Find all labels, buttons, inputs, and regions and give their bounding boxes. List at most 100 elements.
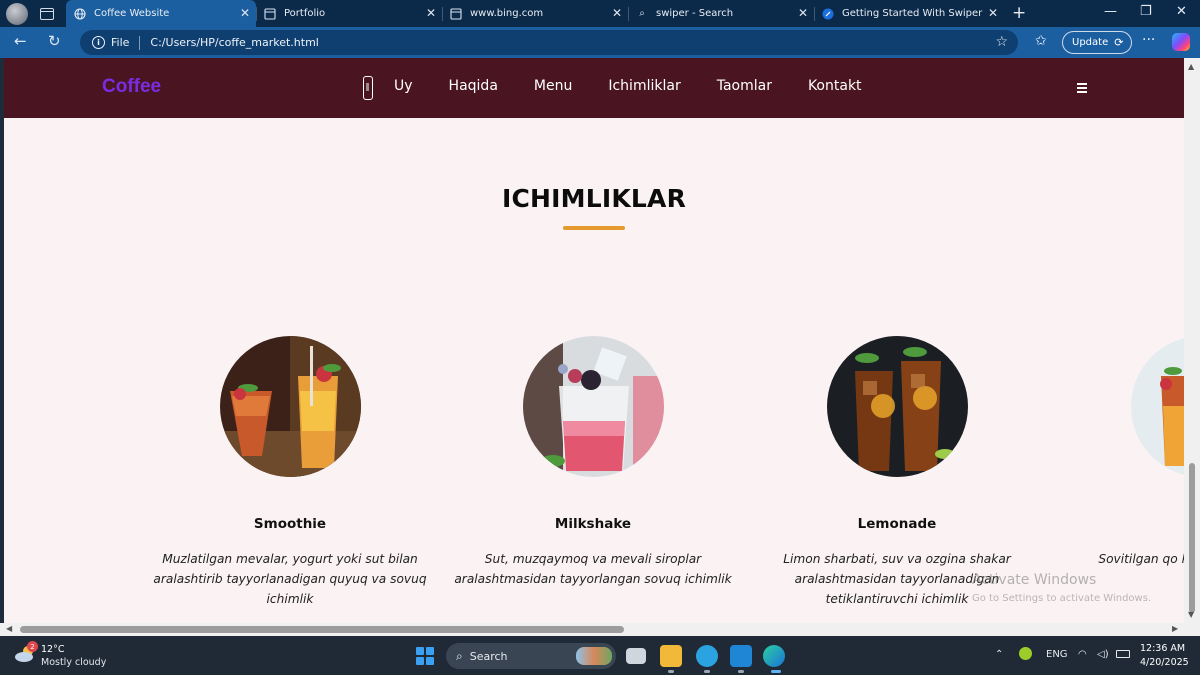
update-button[interactable]: Update ⟳ [1062,31,1132,54]
browser-toolbar: ← ↻ i File C:/Users/HP/coffe_market.html… [0,27,1200,58]
more-menu-icon[interactable]: ··· [1142,32,1155,48]
minimize-icon[interactable]: — [1104,4,1117,19]
copilot-icon[interactable] [1172,33,1190,51]
tab-title: Coffee Website [94,8,170,19]
nav-link-haqida[interactable]: Haqida [449,78,498,94]
taskbar-search-label: Search [469,649,508,663]
weather-description[interactable]: Mostly cloudy [41,657,106,668]
hamburger-menu-icon[interactable] [1077,83,1087,95]
address-scheme: File [111,36,130,49]
section-title: ICHIMLIKLAR [501,184,687,213]
close-window-icon[interactable]: ✕ [1176,4,1187,19]
language-indicator[interactable]: ENG [1046,649,1068,660]
tab-bing[interactable]: www.bing.com ✕ [442,0,628,27]
wifi-icon[interactable]: ◠ [1078,649,1087,660]
tab-actions-icon[interactable] [40,7,54,20]
close-tab-icon[interactable]: ✕ [612,6,622,20]
taskbar-search[interactable]: ⌕ Search [446,643,616,669]
running-indicator [668,670,674,673]
drink-description: Muzlatilgan mevalar, yogurt yoki sut bil… [153,552,427,606]
maximize-icon[interactable]: ❐ [1140,4,1152,19]
clock-date[interactable]: 4/20/2025 [1140,657,1189,668]
tab-title: www.bing.com [470,8,544,19]
tab-title: Portfolio [284,8,326,19]
tab-title: Getting Started With Swiper [842,8,983,19]
site-header: Coffee Uy Haqida Menu Ichimliklar Taomla… [4,58,1184,118]
page-icon [450,7,462,20]
weather-temperature[interactable]: 12°C [41,644,64,655]
lemonade-image [827,336,968,477]
close-tab-icon[interactable]: ✕ [240,6,250,20]
address-bar[interactable]: i File C:/Users/HP/coffe_market.html ☆ [80,30,1018,55]
tab-title: swiper - Search [656,8,734,19]
drink-name: Lemonade [857,516,937,532]
clock-time[interactable]: 12:36 AM [1140,643,1185,654]
file-explorer-icon[interactable] [660,645,682,667]
tab-getting-started-swiper[interactable]: Getting Started With Swiper ✕ [814,0,1004,27]
search-icon: ⌕ [639,8,645,19]
profile-avatar[interactable] [6,2,28,25]
drink-name: Milkshake [554,516,632,532]
scroll-down-icon[interactable]: ▼ [1188,610,1194,619]
volume-icon[interactable]: ◁) [1097,649,1109,660]
horizontal-scrollbar[interactable]: ◀ ▶ [0,623,1200,636]
vertical-scroll-thumb[interactable] [1189,463,1195,613]
activate-windows-hint: Go to Settings to activate Windows. [972,593,1152,604]
scroll-left-icon[interactable]: ◀ [6,624,12,633]
milkshake-image [523,336,664,477]
close-tab-icon[interactable]: ✕ [988,6,998,20]
search-icon: ⌕ [456,648,463,663]
nav-link-ichimliklar[interactable]: Ichimliklar [608,78,680,94]
tab-portfolio[interactable]: Portfolio ✕ [256,0,442,27]
address-path: C:/Users/HP/coffe_market.html [150,36,319,49]
info-icon[interactable]: i [92,36,105,49]
drink-name: Smoothie [253,516,327,532]
drink-description: Sovitilgan qo ko‘pincha li qo‘shim [1098,552,1184,566]
search-toggle-icon[interactable] [363,76,373,100]
show-hidden-icons-icon[interactable]: ⌃ [995,649,1003,660]
close-tab-icon[interactable]: ✕ [426,6,436,20]
tab-swiper-search[interactable]: ⌕ swiper - Search ✕ [628,0,814,27]
new-tab-icon[interactable]: + [1012,3,1026,23]
battery-icon[interactable] [1116,650,1130,658]
running-indicator [704,670,710,673]
scroll-up-icon[interactable]: ▲ [1188,62,1194,71]
refresh-icon[interactable]: ↻ [48,32,61,50]
app-tray-icon[interactable] [1019,647,1032,660]
vertical-scrollbar[interactable]: ▲ ▼ [1184,58,1200,623]
activate-windows-title: Activate Windows [972,572,1097,588]
tab-coffee-website[interactable]: Coffee Website ✕ [66,0,256,27]
close-tab-icon[interactable]: ✕ [798,6,808,20]
scroll-right-icon[interactable]: ▶ [1172,624,1178,633]
drink-description: Sut, muzqaymoq va mevali siroplar aralas… [454,552,732,586]
page-viewport: Coffee Uy Haqida Menu Ichimliklar Taomla… [4,58,1184,623]
windows-start-icon[interactable] [416,647,434,665]
weather-alert-badge: 2 [27,641,38,652]
title-underline [563,226,625,230]
main-nav: Uy Haqida Menu Ichimliklar Taomlar Konta… [394,78,898,94]
telegram-icon[interactable] [696,645,718,667]
update-label: Update [1072,37,1109,48]
horizontal-scroll-thumb[interactable] [20,626,624,633]
vscode-icon[interactable] [730,645,752,667]
nav-link-kontakt[interactable]: Kontakt [808,78,862,94]
favorites-icon[interactable]: ✩ [1035,33,1047,49]
nav-link-taomlar[interactable]: Taomlar [717,78,772,94]
windows-taskbar: 2 12°C Mostly cloudy ⌕ Search ⌃ ENG ◠ ◁)… [0,636,1200,675]
edge-browser-icon[interactable] [763,645,785,667]
task-view-icon[interactable] [626,648,646,664]
iced-drink-image [1131,336,1184,477]
update-refresh-icon: ⟳ [1114,36,1124,49]
drink-name: Ic [1051,516,1184,532]
favorite-star-icon[interactable]: ☆ [995,34,1008,50]
page-icon [264,7,276,20]
globe-icon [74,7,86,20]
nav-link-uy[interactable]: Uy [394,78,413,94]
back-arrow-icon[interactable]: ← [14,32,27,50]
running-indicator [738,670,744,673]
nav-link-menu[interactable]: Menu [534,78,572,94]
site-logo[interactable]: Coffee [102,76,161,98]
smoothie-image [220,336,361,477]
swiper-logo-icon [822,8,834,20]
address-divider [139,35,141,50]
